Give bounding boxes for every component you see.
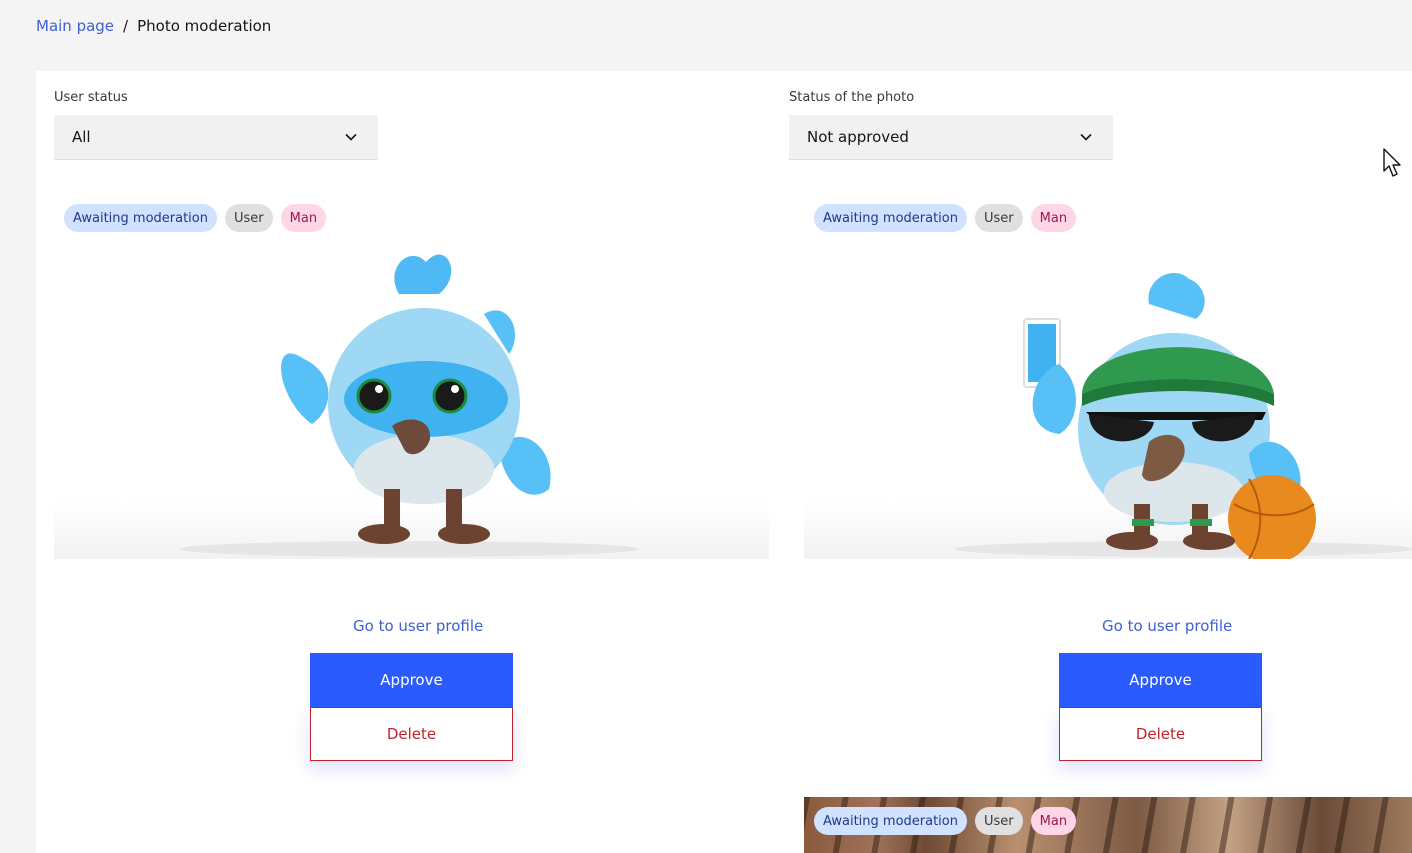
moderation-status-badge: Awaiting moderation <box>814 807 967 835</box>
photo-card: Awaiting moderation User Man <box>804 797 1412 853</box>
delete-button[interactable]: Delete <box>310 707 513 761</box>
user-role-badge: User <box>225 204 273 232</box>
go-to-user-profile-link[interactable]: Go to user profile <box>1102 617 1232 635</box>
go-to-user-profile-link[interactable]: Go to user profile <box>353 617 483 635</box>
user-photo <box>804 234 1412 559</box>
photo-status-value: Not approved <box>807 128 909 146</box>
approve-button[interactable]: Approve <box>310 653 513 707</box>
breadcrumb-main-page-link[interactable]: Main page <box>36 17 114 35</box>
moderation-panel: User status All Status of the photo Not … <box>36 71 1412 853</box>
approve-button[interactable]: Approve <box>1059 653 1262 707</box>
user-status-label: User status <box>54 90 128 105</box>
photo-tags: Awaiting moderation User Man <box>64 204 327 232</box>
user-status-select[interactable]: All <box>54 115 378 160</box>
photo-status-select[interactable]: Not approved <box>789 115 1113 160</box>
moderation-status-badge: Awaiting moderation <box>814 204 967 232</box>
photo-card: Awaiting moderation User Man <box>54 204 769 764</box>
photo-card: Awaiting moderation User Man <box>804 204 1412 764</box>
chevron-down-icon <box>345 133 357 141</box>
moderation-status-badge: Awaiting moderation <box>64 204 217 232</box>
photo-tags: Awaiting moderation User Man <box>814 807 1077 835</box>
photo-status-label: Status of the photo <box>789 90 915 105</box>
user-status-value: All <box>72 128 91 146</box>
user-role-badge: User <box>975 807 1023 835</box>
mouse-cursor-icon <box>1383 148 1401 177</box>
user-role-badge: User <box>975 204 1023 232</box>
breadcrumb-separator: / <box>123 17 129 35</box>
gender-badge: Man <box>1030 807 1077 835</box>
delete-button[interactable]: Delete <box>1059 707 1262 761</box>
photo-tags: Awaiting moderation User Man <box>814 204 1077 232</box>
breadcrumb-current-page: Photo moderation <box>137 17 272 35</box>
gender-badge: Man <box>1030 204 1077 232</box>
gender-badge: Man <box>280 204 327 232</box>
breadcrumb: Main page / Photo moderation <box>36 17 271 35</box>
chevron-down-icon <box>1080 133 1092 141</box>
user-photo <box>54 234 769 559</box>
